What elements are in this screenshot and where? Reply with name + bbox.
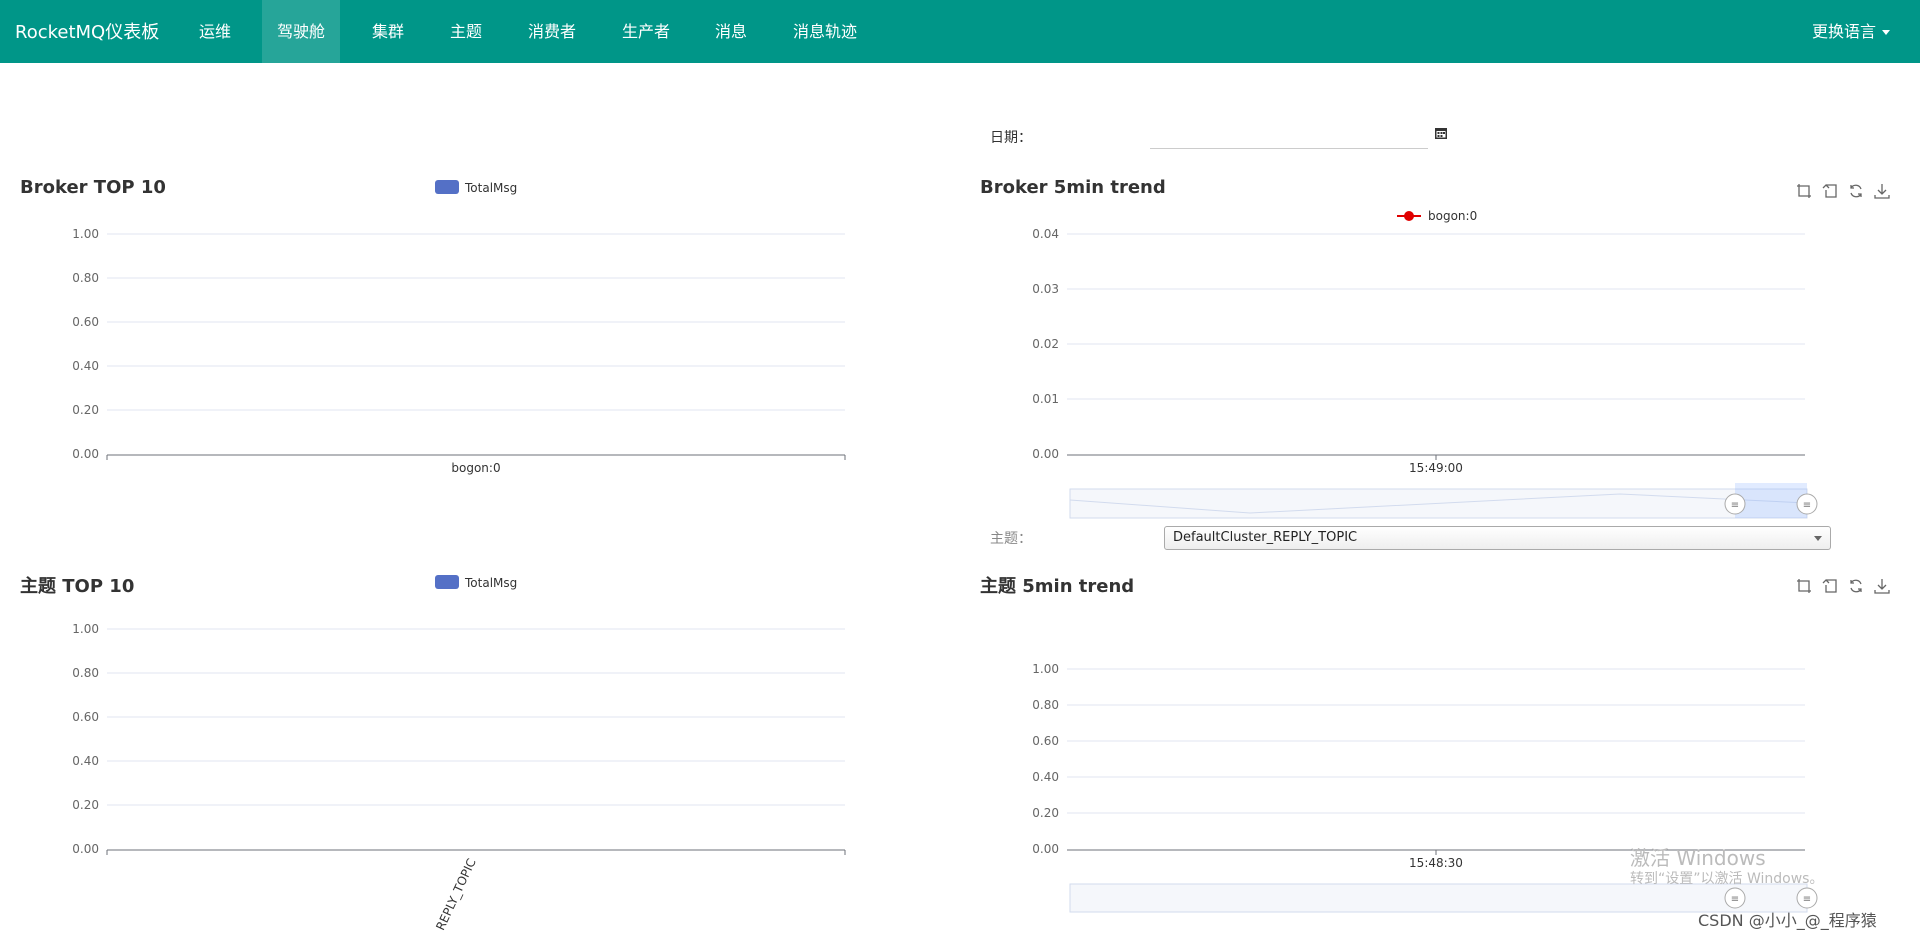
y-axis: 1.00 0.80 0.60 0.40 0.20 0.00 — [72, 622, 99, 856]
drag-handle-icon: ≡ — [1803, 894, 1811, 905]
legend-label[interactable]: bogon:0 — [1428, 209, 1477, 223]
top-navbar: RocketMQ仪表板 运维 驾驶舱 集群 主题 消费者 生产者 消息 消息轨迹… — [0, 0, 1920, 63]
y-tick-label: 0.60 — [72, 315, 99, 329]
calendar-icon[interactable] — [1434, 126, 1448, 140]
y-tick-label: 0.04 — [1032, 227, 1059, 241]
y-tick-label: 0.40 — [72, 359, 99, 373]
slider-window[interactable] — [1735, 483, 1807, 518]
y-tick-label: 0.00 — [1032, 447, 1059, 461]
data-zoom-slider[interactable]: ≡ ≡ — [1069, 483, 1818, 519]
brand-title[interactable]: RocketMQ仪表板 — [15, 18, 159, 44]
legend-marker[interactable] — [1404, 211, 1414, 221]
zoom-icon[interactable] — [1796, 578, 1812, 594]
nav-item-message[interactable]: 消息 — [700, 0, 762, 63]
y-tick-label: 0.80 — [72, 271, 99, 285]
windows-activation-title: 激活 Windows — [1630, 846, 1766, 870]
y-axis: 1.00 0.80 0.60 0.40 0.20 0.00 — [1032, 662, 1059, 856]
y-tick-label: 0.00 — [1032, 842, 1059, 856]
nav-item-producer[interactable]: 生产者 — [607, 0, 685, 63]
y-tick-label: 0.60 — [72, 710, 99, 724]
y-axis: 1.00 0.80 0.60 0.40 0.20 0.00 — [72, 227, 99, 461]
legend-label[interactable]: TotalMsg — [464, 576, 517, 590]
broker-top10-chart: TotalMsg 1.00 0.80 0.60 0.40 0.20 0.00 b… — [72, 180, 846, 475]
y-tick-label: 0.03 — [1032, 282, 1059, 296]
y-tick-label: 0.80 — [1032, 698, 1059, 712]
grid-lines — [107, 233, 845, 411]
y-tick-label: 0.20 — [72, 403, 99, 417]
y-tick-label: 0.00 — [72, 447, 99, 461]
nav-item-cluster[interactable]: 集群 — [357, 0, 419, 63]
legend-swatch[interactable] — [435, 575, 459, 589]
nav-item-consumer[interactable]: 消费者 — [513, 0, 591, 63]
x-tick-label: REPLY_TOPIC — [433, 856, 478, 932]
nav-item-message-trace[interactable]: 消息轨迹 — [778, 0, 872, 63]
topic-trend-chart: 1.00 0.80 0.60 0.40 0.20 0.00 15:48:30 ≡… — [1032, 662, 1818, 913]
x-tick-label: 15:48:30 — [1409, 856, 1463, 870]
refresh-icon[interactable] — [1848, 578, 1864, 594]
date-input[interactable] — [1150, 124, 1428, 149]
topic-trend-title: 主题 5min trend — [980, 576, 1135, 597]
nav-item-topic[interactable]: 主题 — [435, 0, 497, 63]
language-label: 更换语言 — [1811, 22, 1876, 41]
y-tick-label: 0.02 — [1032, 337, 1059, 351]
language-switcher[interactable]: 更换语言 — [1812, 18, 1890, 42]
y-tick-label: 0.20 — [72, 798, 99, 812]
grid-lines — [1067, 668, 1805, 814]
zoom-reset-icon[interactable] — [1822, 578, 1838, 594]
download-icon[interactable] — [1874, 578, 1890, 594]
y-tick-label: 0.60 — [1032, 734, 1059, 748]
nav-item-dashboard[interactable]: 驾驶舱 — [262, 0, 340, 63]
drag-handle-icon: ≡ — [1731, 500, 1739, 511]
y-tick-label: 1.00 — [1032, 662, 1059, 676]
drag-handle-icon: ≡ — [1803, 500, 1811, 511]
windows-activation-hint: 转到“设置”以激活 Windows。 — [1630, 871, 1824, 887]
chevron-down-icon — [1814, 536, 1822, 541]
date-label: 日期： — [990, 130, 1032, 146]
legend-swatch[interactable] — [435, 180, 459, 194]
chevron-down-icon — [1882, 30, 1890, 35]
y-tick-label: 0.01 — [1032, 392, 1059, 406]
nav-item-ops[interactable]: 运维 — [184, 0, 246, 63]
topic-top10-chart: TotalMsg 1.00 0.80 0.60 0.40 0.20 0.00 R… — [72, 575, 846, 933]
x-tick-label: 15:49:00 — [1409, 461, 1463, 475]
y-tick-label: 0.80 — [72, 666, 99, 680]
y-tick-label: 0.20 — [1032, 806, 1059, 820]
y-tick-label: 1.00 — [72, 227, 99, 241]
y-tick-label: 1.00 — [72, 622, 99, 636]
grid-lines — [1067, 233, 1805, 400]
y-tick-label: 0.40 — [72, 754, 99, 768]
topic-select-value: DefaultCluster_REPLY_TOPIC — [1173, 530, 1358, 545]
topic-label: 主题： — [990, 531, 1032, 547]
y-axis: 0.04 0.03 0.02 0.01 0.00 — [1032, 227, 1059, 461]
legend-label[interactable]: TotalMsg — [464, 181, 517, 195]
broker-trend-chart: bogon:0 0.04 0.03 0.02 0.01 0.00 15:49:0… — [1032, 209, 1818, 519]
csdn-watermark: CSDN @小小_@_程序猿 — [1698, 911, 1877, 930]
grid-lines — [107, 628, 845, 806]
y-tick-label: 0.40 — [1032, 770, 1059, 784]
topic-select[interactable]: DefaultCluster_REPLY_TOPIC — [1164, 526, 1831, 550]
slider-track[interactable] — [1069, 883, 1808, 913]
x-tick-label: bogon:0 — [451, 461, 500, 475]
drag-handle-icon: ≡ — [1731, 894, 1739, 905]
y-tick-label: 0.00 — [72, 842, 99, 856]
